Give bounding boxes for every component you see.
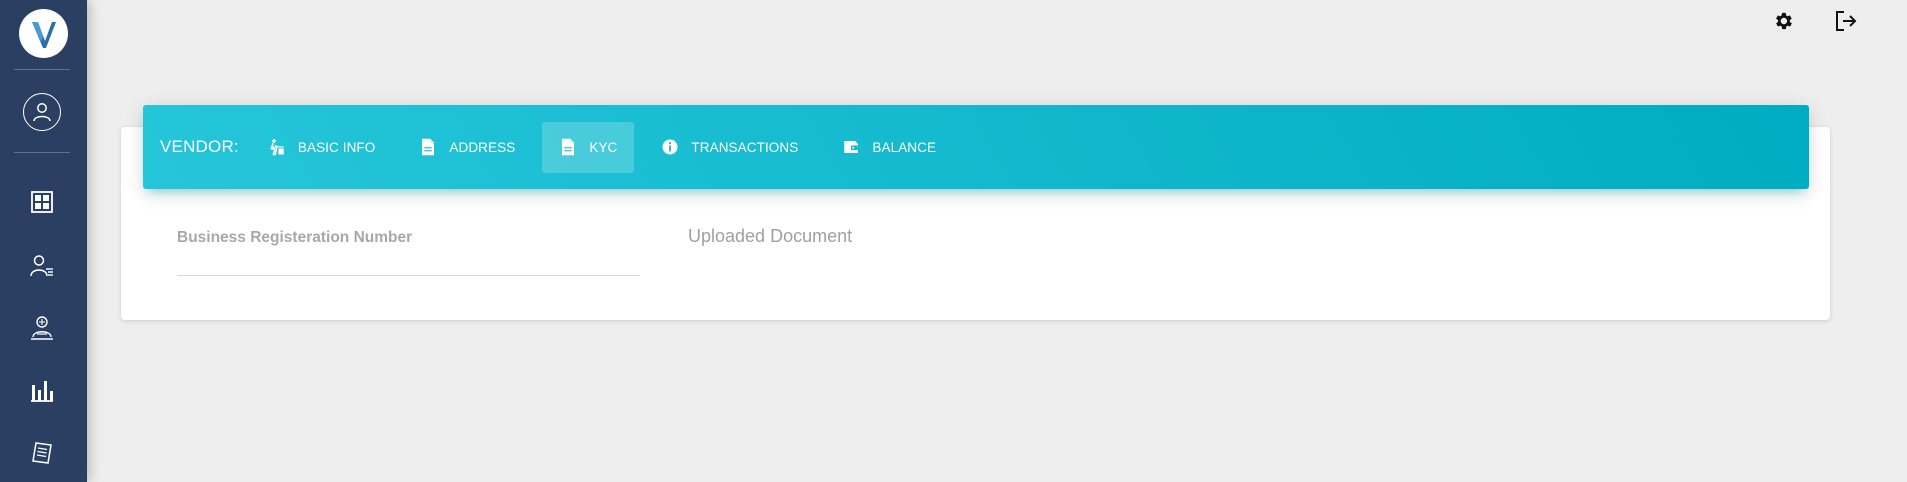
person-walking-icon	[268, 138, 286, 156]
tab-label: BASIC INFO	[297, 139, 376, 155]
tab-label: KYC	[589, 139, 618, 155]
tab-address[interactable]: ADDRESS	[402, 122, 532, 173]
tab-label: ADDRESS	[449, 139, 516, 155]
tab-label: BALANCE	[872, 139, 937, 155]
brand-logo[interactable]	[19, 9, 68, 58]
user-list-icon	[30, 255, 53, 277]
uploaded-document-label: Uploaded Document	[688, 226, 853, 246]
gear-icon	[1776, 12, 1792, 30]
business-registration-number-label: Business Registeration Number	[177, 229, 413, 246]
vendor-tabbar: VENDOR: BASIC INFO ADDRESS KYC TRANSACTI…	[143, 105, 1809, 189]
business-registration-number-field[interactable]	[177, 275, 640, 276]
vendor-icon	[31, 316, 53, 340]
sidebar-item-dashboard[interactable]	[27, 187, 57, 217]
bar-chart-icon	[31, 381, 53, 402]
dashboard-grid-icon	[31, 191, 53, 213]
wallet-icon	[842, 138, 860, 156]
vendor-label: VENDOR:	[160, 137, 239, 156]
tab-label: TRANSACTIONS	[691, 139, 799, 155]
tab-transactions[interactable]: TRANSACTIONS	[644, 122, 815, 173]
sidebar-item-vendors[interactable]	[27, 313, 57, 343]
tab-kyc[interactable]: KYC	[542, 121, 635, 173]
logout-button[interactable]	[1833, 8, 1859, 34]
document-icon	[419, 138, 437, 156]
info-icon	[661, 138, 679, 156]
settings-button[interactable]	[1770, 8, 1796, 34]
sidebar-item-documents[interactable]	[27, 438, 57, 468]
profile-icon	[33, 103, 51, 122]
tab-balance[interactable]: BALANCE	[825, 122, 953, 173]
brand-logo-icon	[31, 21, 56, 48]
logout-icon	[1836, 11, 1857, 31]
sidebar-item-users[interactable]	[27, 251, 57, 281]
document-icon	[559, 138, 577, 156]
sidebar-divider	[14, 152, 70, 153]
sidebar	[0, 0, 87, 482]
report-document-icon	[32, 442, 52, 464]
profile-avatar[interactable]	[23, 93, 61, 131]
sidebar-divider	[14, 69, 70, 70]
tab-basic-info[interactable]: BASIC INFO	[251, 122, 393, 173]
sidebar-item-reports[interactable]	[27, 375, 57, 405]
